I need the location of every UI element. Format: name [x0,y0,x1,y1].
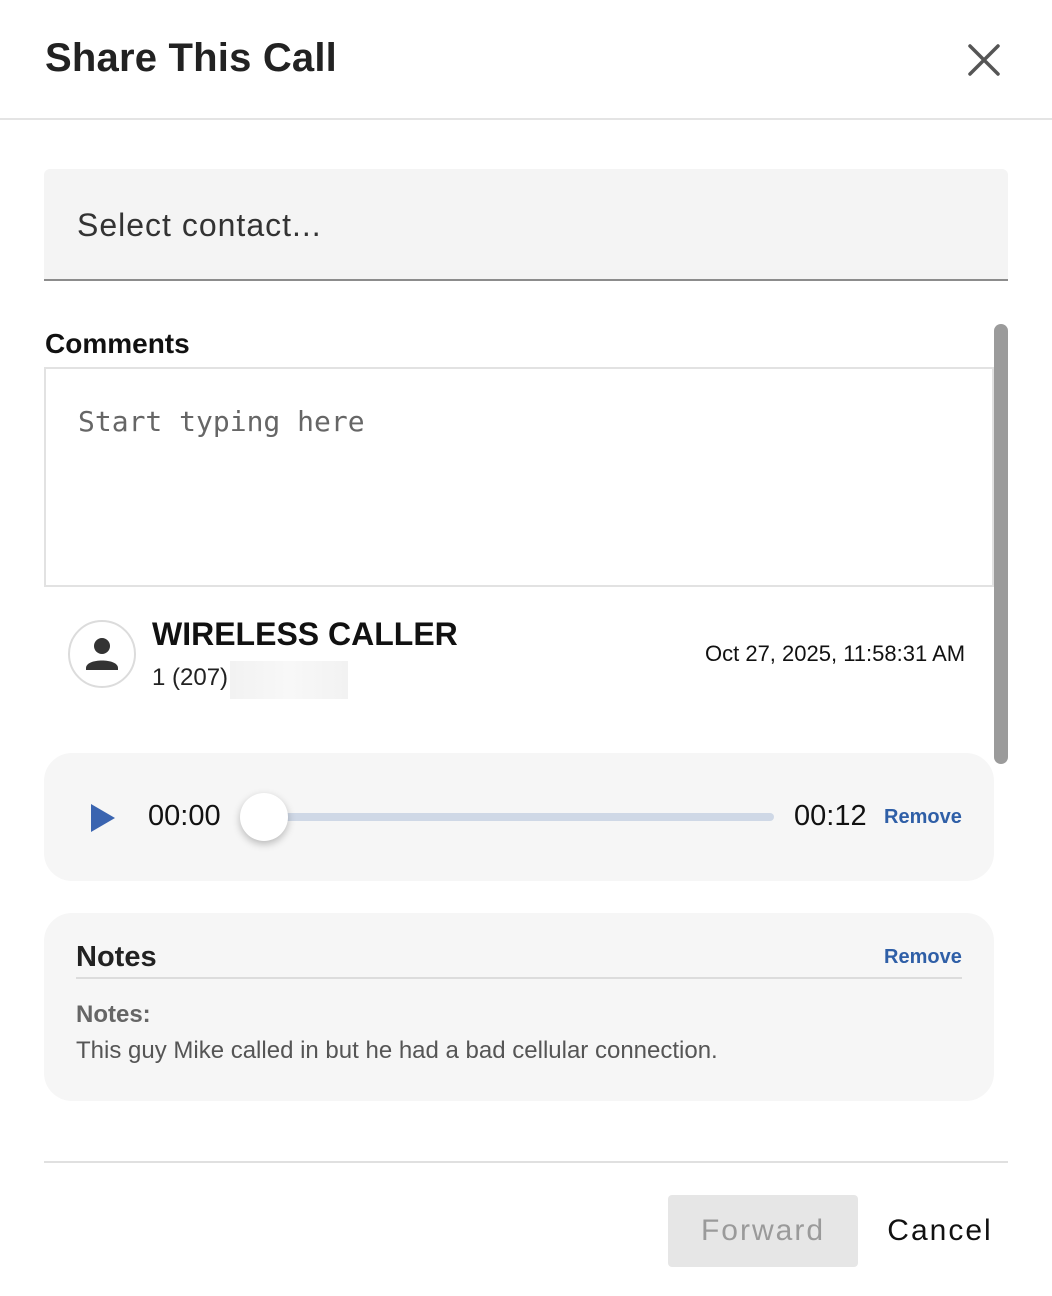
play-icon [91,804,115,832]
comments-label: Comments [45,328,190,359]
footer-divider [44,1161,1008,1163]
notes-card: Notes Remove Notes: This guy Mike called… [44,913,994,1101]
remove-notes-link[interactable]: Remove [884,946,962,969]
caller-name: WIRELESS CALLER [152,616,458,652]
caller-phone: 1 (207) [152,664,229,691]
audio-player: 00:00 00:12 Remove [44,753,994,881]
notes-title: Notes [76,941,157,973]
caller-avatar [68,620,136,688]
call-timestamp: Oct 27, 2025, 11:58:31 AM [705,641,966,666]
person-icon [86,638,118,670]
cancel-button[interactable]: Cancel [872,1195,1008,1267]
notes-divider [76,977,962,979]
current-time: 00:00 [148,800,221,832]
phone-redaction [230,661,348,699]
close-button[interactable] [962,38,1006,82]
contact-select-placeholder: Select contact... [77,207,322,243]
forward-button[interactable]: Forward [668,1195,858,1267]
contact-select[interactable]: Select contact... [44,169,1008,281]
notes-subtitle: Notes: [76,1001,151,1028]
progress-thumb[interactable] [240,793,288,841]
scrollbar-thumb[interactable] [994,324,1008,764]
dialog-title: Share This Call [45,36,337,80]
progress-track[interactable] [264,813,774,821]
remove-recording-link[interactable]: Remove [884,806,962,829]
dialog-header: Share This Call [0,0,1052,120]
notes-body: This guy Mike called in but he had a bad… [76,1037,718,1064]
comments-input[interactable] [44,367,994,587]
share-call-dialog: Share This Call Select contact... Commen… [0,0,1052,1296]
close-icon [968,44,1000,76]
play-button[interactable] [88,801,118,835]
total-time: 00:12 [794,800,867,832]
